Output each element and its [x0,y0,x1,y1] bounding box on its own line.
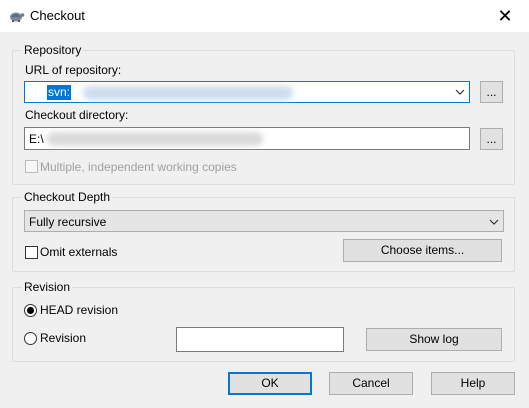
revision-group-label: Revision [22,280,73,294]
chevron-down-icon[interactable] [455,88,465,96]
head-revision-radio[interactable] [24,304,37,317]
choose-items-button[interactable]: Choose items... [343,239,502,262]
url-value: svn: [47,85,72,100]
window-title: Checkout [30,8,85,23]
directory-browse-button[interactable]: ... [480,128,503,150]
url-combobox[interactable]: svn: [24,81,470,103]
directory-redacted [47,132,263,146]
multiple-working-copies-label: Multiple, independent working copies [40,160,237,174]
show-log-button[interactable]: Show log [366,328,502,351]
url-label: URL of repository: [25,63,122,77]
omit-externals-label: Omit externals [40,245,118,259]
checkout-directory-value: E:\ [29,132,44,146]
help-button[interactable]: Help [431,372,515,395]
revision-label: Revision [40,331,87,345]
depth-selected-value: Fully recursive [29,215,107,229]
omit-externals-checkbox[interactable] [25,246,38,259]
revision-input[interactable] [176,327,344,352]
chevron-down-icon[interactable] [489,218,499,226]
url-redacted [83,86,293,100]
url-selection: svn: [47,85,295,100]
head-revision-label: HEAD revision [40,303,119,317]
ok-button[interactable]: OK [228,372,312,395]
cancel-button[interactable]: Cancel [329,372,413,395]
repository-group-label: Repository [22,43,84,57]
depth-dropdown[interactable]: Fully recursive [24,210,504,232]
checkout-directory-input[interactable]: E:\ [24,127,470,150]
checkout-directory-label: Checkout directory: [25,108,129,122]
revision-radio[interactable] [24,332,37,345]
url-browse-button[interactable]: ... [480,81,503,103]
tortoisesvn-icon [9,9,25,23]
multiple-working-copies-checkbox[interactable] [25,160,38,173]
checkout-depth-group-label: Checkout Depth [22,190,113,204]
close-icon[interactable]: ✕ [486,2,524,30]
